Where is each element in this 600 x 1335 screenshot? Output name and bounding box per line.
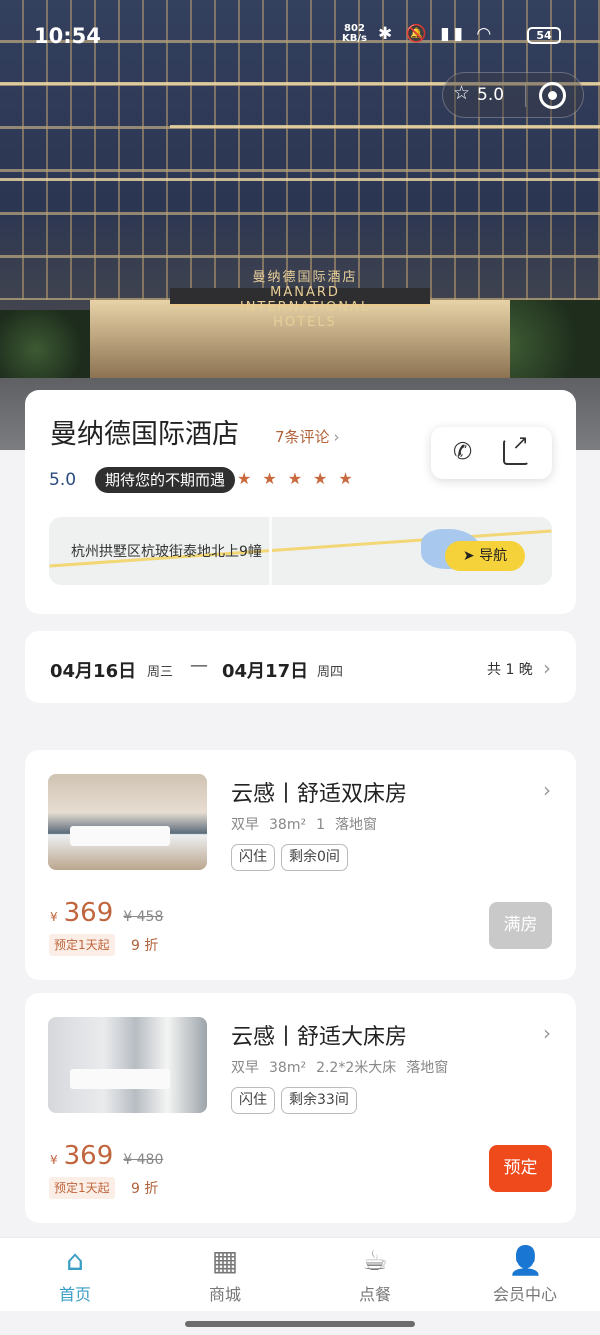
book-button[interactable]: 预定 xyxy=(489,1145,552,1192)
tag-flash-stay: 闪住 xyxy=(231,1087,275,1114)
navigation-arrow-icon: ➤ xyxy=(462,548,480,564)
chevron-right-icon: › xyxy=(543,656,551,680)
currency-symbol: ¥ xyxy=(50,1153,58,1167)
tag-flash-stay: 闪住 xyxy=(231,844,275,871)
nights-count: 共 1 晚 xyxy=(487,662,533,678)
chevron-right-icon[interactable]: › xyxy=(543,1021,551,1045)
room-name: 云感丨舒适双床房 xyxy=(231,782,408,807)
min-stay-badge: 预定1天起 xyxy=(49,934,115,956)
date-selector[interactable]: 04月16日 周三 — 04月17日 周四 共 1 晚 › xyxy=(25,631,576,703)
tab-member-center[interactable]: 👤 会员中心 xyxy=(450,1244,600,1305)
hotel-address: 杭州拱墅区杭玻街泰地北上9幢 xyxy=(71,544,262,560)
room-price: ¥369 ¥ 480 xyxy=(50,1141,163,1171)
divider xyxy=(525,85,526,107)
discount-label: 9 折 xyxy=(131,938,159,954)
hotel-info-card: 曼纳德国际酒店 7条评论› ✆ 5.0 期待您的不期而遇 ★★★★★ 杭州拱墅区… xyxy=(25,390,576,614)
breakfast-info: 双早 xyxy=(231,1060,259,1076)
min-stay-badge: 预定1天起 xyxy=(49,1177,115,1199)
hotel-sign-logo: 曼纳德国际酒店 MANARD INTERNATIONAL HOTELS xyxy=(239,270,371,330)
room-name: 云感丨舒适大床房 xyxy=(231,1025,408,1050)
battery-icon: 54 xyxy=(527,27,561,44)
bed-info: 2.2*2米大床 xyxy=(316,1060,397,1076)
home-icon: ⌂ xyxy=(66,1244,84,1277)
header-rating: 5.0 xyxy=(477,85,505,105)
original-price: ¥ 480 xyxy=(123,1152,164,1168)
star-outline-icon[interactable]: ☆ xyxy=(453,82,470,104)
navigate-label: 导航 xyxy=(479,548,508,564)
hotel-name: 曼纳德国际酒店 xyxy=(50,419,239,450)
tag-availability: 剩余33间 xyxy=(281,1087,357,1114)
header-action-pill: ☆ 5.0 xyxy=(442,72,584,118)
checkout-weekday: 周四 xyxy=(317,665,344,680)
cup-icon: ☕ xyxy=(362,1244,388,1277)
checkout-date: 04月17日 xyxy=(222,661,309,682)
tab-label: 点餐 xyxy=(358,1285,391,1304)
status-bar: 10:54 802 KB/s ✱ 🔕 ▮▮ ◠ 54 xyxy=(0,0,600,70)
room-tags: 闪住 剩余33间 xyxy=(231,1087,363,1114)
room-price: ¥369 ¥ 458 xyxy=(50,898,163,928)
tab-store[interactable]: ▦ 商城 xyxy=(150,1244,300,1305)
share-icon[interactable] xyxy=(503,430,529,465)
tab-home[interactable]: ⌂ 首页 xyxy=(0,1244,150,1305)
target-icon[interactable] xyxy=(539,82,566,109)
room-photo[interactable] xyxy=(48,1017,207,1113)
room-area: 38m² xyxy=(269,1060,307,1076)
status-icons: ✱ 🔕 ▮▮ ◠ xyxy=(378,24,496,44)
star-rating: ★★★★★ xyxy=(237,469,364,488)
window-info: 落地窗 xyxy=(335,817,377,833)
reviews-link[interactable]: 7条评论 › xyxy=(275,426,340,447)
room-features: 双早 38m² 2.2*2米大床 落地窗 xyxy=(231,1057,458,1077)
network-speed: 802 KB/s xyxy=(342,23,367,44)
checkin-weekday: 周三 xyxy=(147,665,174,680)
bottom-tab-bar: ⌂ 首页 ▦ 商城 ☕ 点餐 👤 会员中心 xyxy=(0,1237,600,1311)
discount-label: 9 折 xyxy=(131,1181,159,1197)
hotel-score: 5.0 xyxy=(49,470,77,490)
price-value: 369 xyxy=(63,898,114,928)
home-indicator xyxy=(185,1321,415,1327)
breakfast-info: 双早 xyxy=(231,817,259,833)
hotel-slogan: 期待您的不期而遇 xyxy=(95,467,236,493)
tab-label: 首页 xyxy=(58,1285,91,1304)
sold-out-button[interactable]: 满房 xyxy=(489,902,552,949)
room-features: 双早 38m² 1 落地窗 xyxy=(231,814,387,834)
tag-availability: 剩余0间 xyxy=(281,844,348,871)
original-price: ¥ 458 xyxy=(123,909,164,925)
user-icon: 👤 xyxy=(508,1244,543,1277)
store-icon: ▦ xyxy=(211,1244,239,1277)
tab-label: 会员中心 xyxy=(492,1285,557,1304)
navigate-button[interactable]: ➤ 导航 xyxy=(445,541,525,571)
chevron-right-icon: › xyxy=(333,428,340,446)
status-time: 10:54 xyxy=(34,24,101,48)
tab-order-food[interactable]: ☕ 点餐 xyxy=(300,1244,450,1305)
map-road xyxy=(269,517,272,585)
location-map[interactable]: 杭州拱墅区杭玻街泰地北上9幢 ➤ 导航 xyxy=(49,517,552,585)
room-tags: 闪住 剩余0间 xyxy=(231,844,354,871)
phone-icon[interactable]: ✆ xyxy=(453,439,472,465)
contact-actions: ✆ xyxy=(431,427,552,479)
price-value: 369 xyxy=(63,1141,114,1171)
room-card[interactable]: 云感丨舒适双床房 › 双早 38m² 1 落地窗 闪住 剩余0间 ¥369 ¥ 458 预… xyxy=(25,750,576,980)
window-info: 落地窗 xyxy=(406,1060,449,1076)
room-photo[interactable] xyxy=(48,774,207,870)
currency-symbol: ¥ xyxy=(50,910,58,924)
reviews-count: 7条评论 xyxy=(275,428,330,446)
date-separator: — xyxy=(190,655,208,676)
checkin-date: 04月16日 xyxy=(50,661,137,682)
room-card[interactable]: 云感丨舒适大床房 › 双早 38m² 2.2*2米大床 落地窗 闪住 剩余33间 ¥36… xyxy=(25,993,576,1223)
chevron-right-icon[interactable]: › xyxy=(543,778,551,802)
bed-info: 1 xyxy=(316,817,325,833)
tab-label: 商城 xyxy=(208,1285,241,1304)
room-area: 38m² xyxy=(269,817,307,833)
